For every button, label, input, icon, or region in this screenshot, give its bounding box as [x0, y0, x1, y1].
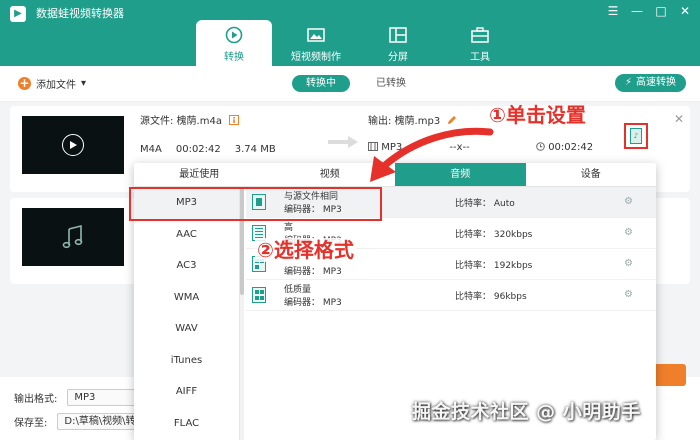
status-segment: 转换中 已转换: [292, 75, 420, 92]
format-settings-button[interactable]: ♪: [624, 123, 648, 149]
tab-tools[interactable]: 工具: [442, 20, 518, 66]
tab-converting[interactable]: 转换中: [292, 75, 350, 92]
remove-file-icon[interactable]: ✕: [674, 112, 684, 126]
quality-name: 低质量: [284, 285, 312, 295]
quality-bitrate: 比特率： 320kbps: [455, 230, 533, 240]
save-to-row: 保存至: D:\草稿\视频\转换: [14, 413, 148, 430]
quality-encoder: 编码器： MP3: [284, 298, 342, 308]
convert-all-button[interactable]: [652, 364, 686, 386]
output-format-select[interactable]: MP3: [67, 389, 144, 406]
clock-icon: [536, 142, 545, 151]
lightning-icon: ⚡: [624, 77, 632, 88]
split-screen-icon: [360, 26, 436, 44]
highlight-box: [129, 187, 382, 221]
output-format-row: 输出格式: MP3: [14, 389, 144, 406]
save-to-label: 保存至:: [14, 418, 48, 429]
format-item-flac[interactable]: FLAC: [134, 408, 239, 440]
add-file-label: 添加文件: [36, 80, 76, 91]
gear-icon[interactable]: ⚙: [624, 289, 633, 300]
video-thumbnail[interactable]: [22, 116, 124, 174]
title-bar: ▶ 数据蛙视频转换器 ☰ — □ ✕ 转换 短视频制作 分屏 工具: [0, 0, 700, 66]
convert-icon: [196, 26, 272, 44]
maximize-icon[interactable]: □: [654, 3, 668, 19]
tab-split-screen-label: 分屏: [388, 52, 408, 63]
window-controls: ☰ — □ ✕: [606, 3, 692, 19]
info-icon[interactable]: [229, 115, 240, 125]
tab-converted[interactable]: 已转换: [362, 75, 420, 92]
red-arrow-icon: [370, 127, 494, 182]
app-logo-icon: ▶: [10, 6, 26, 22]
fast-convert-label: 高速转换: [636, 77, 676, 88]
add-icon: +: [18, 76, 31, 90]
toolbar: + 添加文件 ▾ 转换中 已转换 ⚡ 高速转换: [0, 66, 700, 102]
tab-short-video[interactable]: 短视频制作: [278, 20, 354, 66]
add-file-button[interactable]: + 添加文件 ▾: [18, 76, 86, 91]
tab-device[interactable]: 设备: [526, 163, 657, 186]
format-item-aac[interactable]: AAC: [134, 219, 239, 251]
format-item-wav[interactable]: WAV: [134, 313, 239, 345]
short-video-icon: [278, 26, 354, 44]
tab-short-video-label: 短视频制作: [291, 52, 341, 63]
source-format: M4A: [140, 144, 162, 155]
toolbox-icon: [442, 26, 518, 44]
gear-icon[interactable]: ⚙: [624, 227, 633, 238]
play-icon[interactable]: [62, 134, 84, 156]
quality-bitrate: 比特率： 192kbps: [455, 261, 533, 271]
quality-name: 高: [284, 223, 294, 233]
tab-split-screen[interactable]: 分屏: [360, 20, 436, 66]
preset-icon: [252, 287, 266, 303]
gear-icon[interactable]: ⚙: [624, 196, 633, 207]
app-title: 数据蛙视频转换器: [36, 7, 124, 20]
step-one-annotation: ①单击设置: [489, 103, 586, 127]
gear-icon[interactable]: ⚙: [624, 258, 633, 269]
menu-icon[interactable]: ☰: [606, 3, 620, 19]
quality-encoder: 编码器： MP3: [284, 267, 342, 277]
source-size: 3.74 MB: [234, 144, 276, 155]
minimize-icon[interactable]: —: [630, 3, 644, 19]
format-list: MP3 AAC AC3 WMA WAV iTunes AIFF FLAC: [134, 187, 240, 440]
source-duration: 00:02:42: [175, 144, 221, 155]
step-two-annotation: ②选择格式: [255, 238, 356, 262]
source-meta: M4A 00:02:42 3.74 MB: [140, 144, 276, 155]
quality-bitrate: 比特率： Auto: [455, 199, 515, 209]
format-item-wma[interactable]: WMA: [134, 282, 239, 314]
tab-recent[interactable]: 最近使用: [134, 163, 265, 186]
main-nav: 转换 短视频制作 分屏 工具: [196, 20, 524, 66]
chevron-down-icon[interactable]: ▾: [81, 78, 86, 89]
audio-thumbnail[interactable]: [22, 208, 124, 266]
quality-row-low[interactable]: 低质量 编码器： MP3 比特率： 96kbps ⚙: [246, 280, 656, 311]
format-item-aiff[interactable]: AIFF: [134, 376, 239, 408]
source-file-name: 源文件: 槐荫.m4a: [140, 112, 240, 127]
quality-bitrate: 比特率： 96kbps: [455, 292, 527, 302]
tab-convert[interactable]: 转换: [196, 20, 272, 66]
format-item-ac3[interactable]: AC3: [134, 250, 239, 282]
tab-convert-label: 转换: [224, 52, 244, 63]
audio-format-icon: ♪: [630, 128, 642, 144]
tab-tools-label: 工具: [470, 52, 490, 63]
close-window-icon[interactable]: ✕: [678, 3, 692, 19]
music-note-icon: [62, 224, 83, 249]
output-format-label: 输出格式:: [14, 394, 58, 405]
fast-convert-button[interactable]: ⚡ 高速转换: [614, 74, 686, 92]
output-duration: 00:02:42: [536, 142, 593, 153]
watermark: 掘金技术社区 @ 小明助手: [412, 401, 641, 423]
format-item-itunes[interactable]: iTunes: [134, 345, 239, 377]
